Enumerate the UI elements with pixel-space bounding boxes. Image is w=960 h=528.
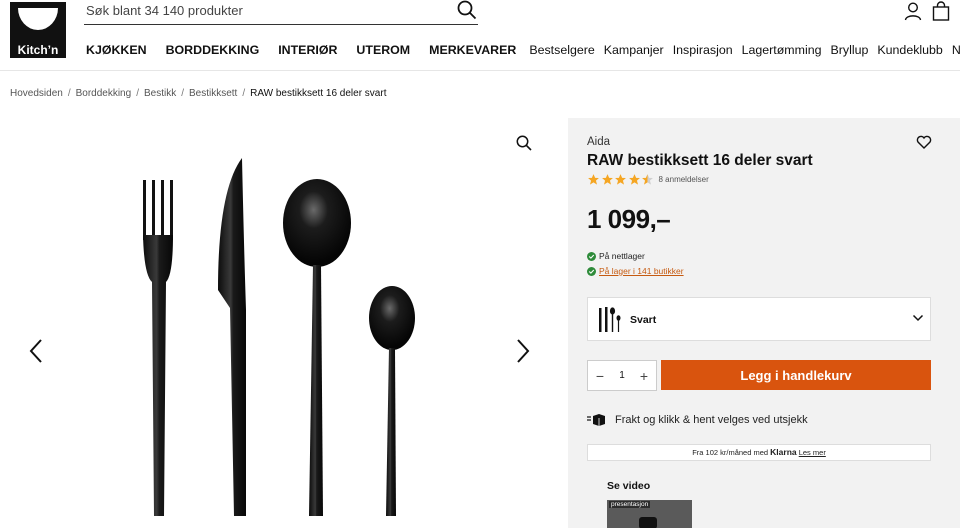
nav-inspirasjon[interactable]: Inspirasjon bbox=[673, 43, 733, 59]
nav-uterom[interactable]: UTEROM bbox=[356, 43, 410, 59]
breadcrumb-item[interactable]: Bestikksett bbox=[189, 88, 237, 99]
product-info-panel: Aida RAW bestikksett 16 deler svart 8 an… bbox=[568, 118, 960, 528]
delivery-box-icon bbox=[587, 414, 605, 426]
nav-nyheter[interactable]: Nyheter bbox=[952, 43, 960, 59]
star-icon bbox=[615, 174, 626, 185]
quantity-stepper: − 1 + bbox=[587, 360, 657, 391]
star-half-icon bbox=[642, 174, 653, 185]
prev-arrow-icon[interactable] bbox=[28, 338, 44, 364]
nav-kampanjer[interactable]: Kampanjer bbox=[604, 43, 664, 59]
breadcrumb-item[interactable]: Hovedsiden bbox=[10, 88, 63, 99]
video-tag: presentasjon bbox=[609, 501, 651, 508]
breadcrumb-separator: / bbox=[136, 88, 139, 99]
review-count[interactable]: 8 anmeldelser bbox=[659, 175, 709, 184]
delivery-info: Frakt og klikk & hent velges ved utsjekk bbox=[587, 414, 808, 426]
nav-merkevarer[interactable]: MERKEVARER bbox=[429, 43, 516, 59]
breadcrumb-item[interactable]: Bestikk bbox=[144, 88, 176, 99]
nav-borddekking[interactable]: BORDDEKKING bbox=[166, 43, 260, 59]
stock-stores[interactable]: På lager i 141 butikker bbox=[587, 266, 684, 276]
product-title: RAW bestikksett 16 deler svart bbox=[587, 152, 813, 169]
breadcrumb-separator: / bbox=[242, 88, 246, 99]
spoon-shape bbox=[283, 179, 351, 516]
nav-bryllup[interactable]: Bryllup bbox=[831, 43, 869, 59]
account-icon[interactable] bbox=[903, 1, 923, 21]
breadcrumb-current: RAW bestikksett 16 deler svart bbox=[250, 88, 387, 99]
rating-stars[interactable]: 8 anmeldelser bbox=[587, 173, 709, 186]
chevron-down-icon bbox=[912, 314, 924, 322]
nav-kundeklubb[interactable]: Kundeklubb bbox=[877, 43, 942, 59]
heart-icon[interactable] bbox=[916, 134, 932, 150]
nav-interior[interactable]: INTERIØR bbox=[278, 43, 337, 59]
next-arrow-icon[interactable] bbox=[515, 338, 531, 364]
fork-shape bbox=[143, 180, 173, 516]
klarna-banner: Fra 102 kr/måned med Klarna Les mer bbox=[587, 444, 931, 461]
logo-text: Kitch’n bbox=[17, 43, 59, 57]
variant-selector[interactable]: Svart bbox=[587, 297, 931, 341]
klarna-logo: Klarna bbox=[770, 447, 797, 457]
quantity-value[interactable]: 1 bbox=[619, 370, 625, 381]
breadcrumb-separator: / bbox=[67, 88, 71, 99]
search-bar bbox=[84, 0, 478, 25]
breadcrumb-separator: / bbox=[181, 88, 184, 99]
star-icon bbox=[601, 174, 613, 185]
breadcrumb: Hovedsiden / Borddekking / Bestikk / Bes… bbox=[10, 88, 386, 99]
product-brand[interactable]: Aida bbox=[587, 136, 610, 148]
stock-online-text: På nettlager bbox=[599, 251, 645, 261]
search-icon[interactable] bbox=[456, 0, 478, 21]
nav-bestselgere[interactable]: Bestselgere bbox=[529, 43, 594, 59]
zoom-icon[interactable] bbox=[515, 134, 533, 152]
header-divider bbox=[0, 70, 960, 71]
main-navigation: KJØKKEN BORDDEKKING INTERIØR UTEROM MERK… bbox=[86, 43, 960, 59]
product-price: 1 099,– bbox=[587, 204, 671, 234]
video-thumbnail[interactable]: presentasjon bbox=[607, 500, 692, 528]
stock-stores-link[interactable]: På lager i 141 butikker bbox=[599, 266, 684, 276]
knife-shape bbox=[218, 158, 246, 516]
teaspoon-shape bbox=[369, 286, 415, 516]
check-circle-icon bbox=[587, 266, 596, 276]
nav-kjokken[interactable]: KJØKKEN bbox=[86, 43, 147, 59]
logo-bowl-shape bbox=[18, 8, 58, 30]
quantity-increase-button[interactable]: + bbox=[638, 368, 650, 384]
product-image-cutlery bbox=[143, 158, 415, 516]
search-input[interactable] bbox=[86, 1, 446, 19]
star-icon bbox=[588, 174, 599, 185]
klarna-text: Fra 102 kr/måned med bbox=[692, 448, 769, 457]
variant-thumbnail bbox=[599, 307, 621, 332]
breadcrumb-item[interactable]: Borddekking bbox=[76, 88, 132, 99]
variant-label: Svart bbox=[630, 314, 657, 326]
kitchn-logo[interactable]: Kitch’n bbox=[10, 2, 66, 58]
nav-lagertomming[interactable]: Lagertømming bbox=[742, 43, 822, 59]
quantity-decrease-button[interactable]: − bbox=[594, 368, 606, 384]
cart-icon[interactable] bbox=[931, 1, 951, 21]
check-circle-icon bbox=[587, 251, 596, 261]
delivery-text: Frakt og klikk & hent velges ved utsjekk bbox=[615, 414, 808, 426]
star-icon bbox=[628, 174, 640, 185]
add-to-cart-button[interactable]: Legg i handlekurv bbox=[661, 360, 931, 390]
play-icon[interactable] bbox=[639, 517, 657, 528]
video-heading: Se video bbox=[607, 480, 651, 492]
klarna-read-more-link[interactable]: Les mer bbox=[799, 448, 826, 457]
stock-online: På nettlager bbox=[587, 251, 645, 261]
